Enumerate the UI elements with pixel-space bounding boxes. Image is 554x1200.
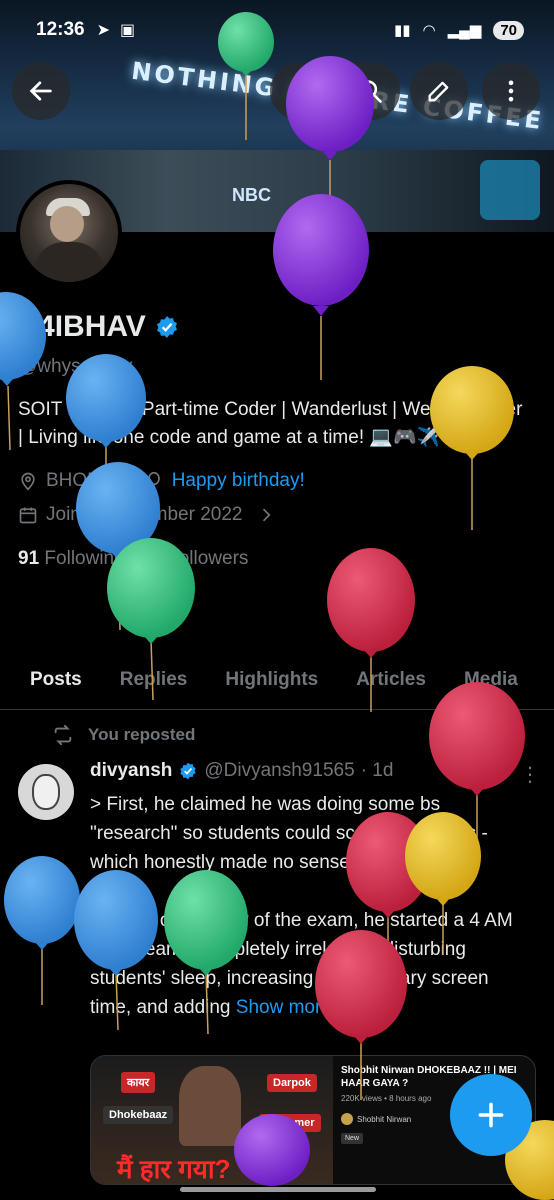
plus-icon [478,1102,504,1128]
profile-name: V4IBHAV [18,310,146,343]
profile-handle: @whysobhav [18,356,133,377]
edit-button[interactable] [410,62,468,120]
wifi-icon: ◠ [422,22,436,39]
post-text: > First, he claimed he was doing some bs… [90,790,530,1022]
status-time: 12:36 [36,19,85,40]
repost-icon [54,724,72,746]
profile-tabs: Posts Replies Highlights Articles Media [0,650,554,710]
telegram-icon: ➤ [96,22,111,39]
post-more-icon[interactable]: ⋮ [520,762,540,787]
voicemail-icon: ▣ [120,22,136,39]
profile-info: V4IBHAV @whysobhav SOIT Bhopal | Part-ti… [18,310,538,570]
repost-label: You reposted [88,725,196,744]
search-icon [359,80,382,103]
tab-replies[interactable]: Replies [82,669,188,691]
followers-link[interactable]: 40 Followers [141,548,249,570]
status-bar: 12:36 ➤ ▣ ▮▮ ◠ ▂▄▆ 70 [0,0,554,60]
balloon-blue-post-left [4,856,80,1005]
location-icon [21,472,35,491]
following-label: Following [44,548,125,569]
calendar-icon [19,507,37,524]
profile-meta-joined[interactable]: Joined December 2022 [18,504,538,526]
balloon-icon [147,471,160,490]
post-author-name[interactable]: divyansh [90,760,172,782]
post-paragraph-1: > First, he claimed he was doing some bs… [90,794,488,873]
followers-label: Followers [167,548,249,569]
following-count: 91 [18,548,40,569]
followers-count: 40 [140,548,162,569]
tab-posts[interactable]: Posts [0,669,94,709]
post-author-avatar-face [32,774,60,810]
chevron-right-icon [263,508,271,522]
profile-joined-date: Joined December 2022 [46,504,243,525]
tab-media[interactable]: Media [426,669,518,691]
thumbnail-big-text: मैं हार गया? [117,1154,231,1184]
compose-post-button[interactable] [450,1074,532,1156]
verified-badge-icon [180,762,197,780]
post-age: · 1d [360,760,394,781]
name-row: V4IBHAV [18,310,538,344]
profile-meta-location: BHOPAL Happy birthday! [18,470,538,492]
thumbnail-tag-2: Darpok [267,1074,317,1092]
show-more-link[interactable]: Show more [236,997,332,1018]
more-options-button[interactable] [482,62,540,120]
birthday-link[interactable]: Happy birthday! [172,470,305,492]
status-left-icons: ➤ ▣ [97,20,136,40]
status-right-icons: ▮▮ ◠ ▂▄▆ 70 [394,20,524,40]
verified-badge-icon[interactable] [154,314,180,340]
post-author-handle[interactable]: @Divyansh91565 [204,760,354,782]
banner-glow [480,160,540,220]
channel-avatar [341,1113,353,1125]
profile-bio: SOIT Bhopal | Part-time Coder | Wanderlu… [18,399,523,448]
cell-signal-icon: ▂▄▆ [447,22,482,39]
new-badge: New [341,1133,364,1144]
post-paragraph-2: > Then, on the day of the exam, he start… [90,906,530,1022]
gesture-navigation-bar[interactable] [180,1187,376,1192]
avatar-body [34,242,104,282]
banner-store-text: NBC [232,185,271,205]
thumbnail-person [179,1066,241,1146]
post-header: divyansh @Divyansh91565 · 1d [90,760,393,782]
tab-articles[interactable]: Articles [318,669,426,691]
post-author-avatar[interactable] [18,764,74,820]
back-arrow-icon [29,81,52,101]
thumbnail-tag-3: Dhokebaaz [103,1106,174,1124]
channel-name: Shobhit Nirwan [357,1114,412,1124]
search-button[interactable] [270,62,400,120]
repost-indicator: You reposted [52,724,195,746]
signal-icon: ▮▮ [394,22,411,39]
profile-location: BHOPAL [46,470,122,491]
avatar-head [50,206,84,242]
follow-counts: 91 Following 40 Followers [18,548,538,570]
edit-icon [428,81,449,102]
battery-indicator: 70 [493,20,524,40]
thumbnail-tag-1: कायर [121,1072,156,1093]
following-link[interactable]: 91 Following [18,548,125,570]
tab-highlights[interactable]: Highlights [187,669,318,691]
back-button[interactable] [12,62,70,120]
video-thumbnail: कायर Darpok Dhokebaaz Scammer मैं हार गय… [91,1056,333,1184]
thumbnail-tag-4: Scammer [259,1114,321,1132]
more-vertical-icon [508,80,514,102]
profile-avatar[interactable] [16,180,122,286]
